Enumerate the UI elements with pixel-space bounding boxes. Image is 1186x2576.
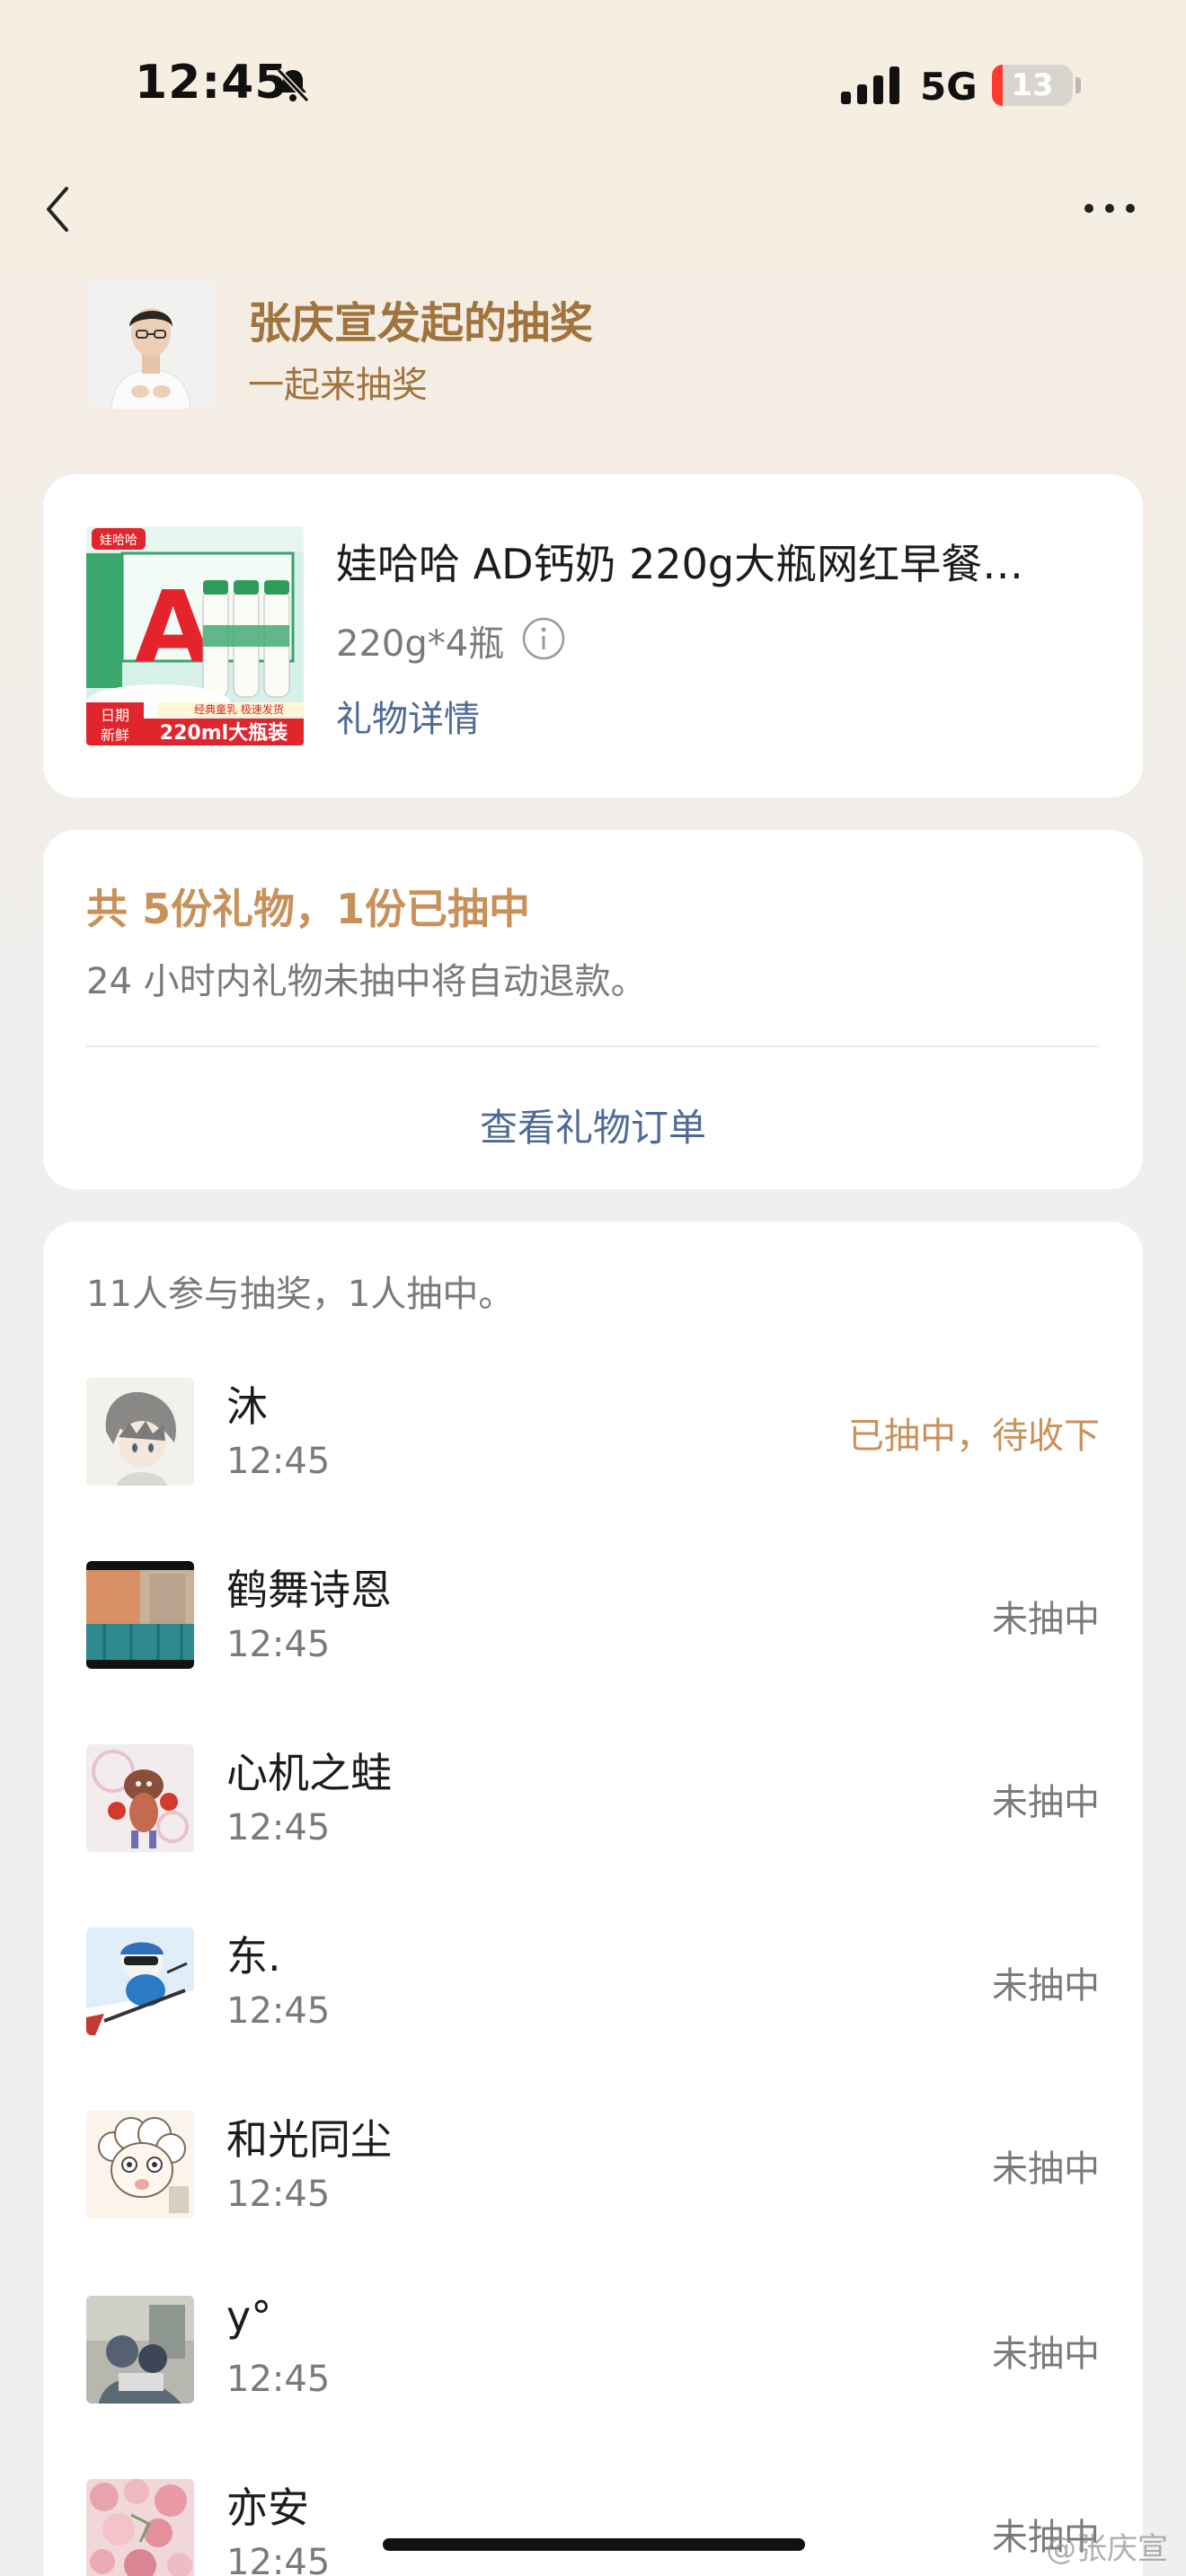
participant-status: 未抽中 <box>992 1599 1100 1640</box>
participant-name: 沐 <box>226 1382 268 1431</box>
battery-cap <box>1075 77 1081 93</box>
participant-time: 12:45 <box>226 2174 331 2215</box>
avatar[interactable] <box>86 1744 194 1852</box>
avatar[interactable] <box>86 2111 194 2219</box>
network-label: 5G <box>920 65 978 109</box>
signal-icon <box>841 66 899 104</box>
participant-status: 已抽中，待收下 <box>848 1416 1100 1457</box>
home-indicator[interactable] <box>383 2538 805 2551</box>
participant-row[interactable]: 东. 12:45 未抽中 <box>43 1928 1143 2111</box>
host-title: 张庆宣发起的抽奖 <box>248 298 594 348</box>
info-icon[interactable] <box>521 616 566 661</box>
participant-status: 未抽中 <box>992 1782 1100 1823</box>
summary-note: 24 小时内礼物未抽中将自动退款。 <box>86 961 647 1002</box>
participant-time: 12:45 <box>226 1807 331 1848</box>
divider <box>86 1045 1100 1047</box>
gift-detail-link[interactable]: 礼物详情 <box>336 690 480 742</box>
avatar[interactable] <box>86 2479 194 2576</box>
participant-time: 12:45 <box>226 1624 331 1665</box>
participant-status: 未抽中 <box>992 2333 1100 2375</box>
gift-name[interactable]: 娃哈哈 AD钙奶 220g大瓶网红早餐… <box>336 532 1109 591</box>
participant-name: 亦安 <box>226 2483 309 2532</box>
participant-row[interactable]: 和光同尘 12:45 未抽中 <box>43 2111 1143 2294</box>
participants-header: 11人参与抽奖，1人抽中。 <box>86 1274 515 1315</box>
view-orders-link[interactable]: 查看礼物订单 <box>43 1098 1143 1152</box>
banner-text: 220ml大瓶装 <box>160 722 288 745</box>
battery-level: 13 <box>1011 67 1054 103</box>
gift-spec: 220g*4瓶 <box>336 623 505 665</box>
participant-name: y° <box>226 2292 272 2341</box>
participant-row[interactable]: 沐 12:45 已抽中，待收下 <box>43 1378 1143 1561</box>
participant-name: 和光同尘 <box>226 2115 392 2164</box>
avatar[interactable] <box>86 1561 194 1669</box>
participant-name: 心机之蛙 <box>226 1749 392 1797</box>
watermark: @张庆宣 <box>1046 2531 1168 2567</box>
participant-time: 12:45 <box>226 2359 331 2400</box>
product-letter: A <box>135 569 211 684</box>
avatar[interactable] <box>86 2296 194 2404</box>
participant-row[interactable]: 心机之蛙 12:45 未抽中 <box>43 1744 1143 1928</box>
avatar[interactable] <box>86 1378 194 1486</box>
participant-status: 未抽中 <box>992 2148 1100 2190</box>
participant-time: 12:45 <box>226 1441 331 1482</box>
participants-card: 11人参与抽奖，1人抽中。 沐 12:45 已抽中，待收下 鹤舞诗恩 12:45… <box>43 1222 1143 2576</box>
tag-line-2: 新鲜 <box>101 727 129 744</box>
participant-row[interactable]: y° 12:45 未抽中 <box>43 2292 1143 2479</box>
bell-off-icon <box>276 67 310 103</box>
gift-image[interactable]: 娃哈哈 A 经典童乳 极速发货 日期 新鲜 220ml大瓶装 <box>86 526 304 745</box>
brand-logo-text: 娃哈哈 <box>100 534 137 548</box>
host-avatar[interactable] <box>86 280 216 410</box>
participant-row[interactable]: 鹤舞诗恩 12:45 未抽中 <box>43 1561 1143 1744</box>
tag-line-1: 日期 <box>101 707 129 724</box>
participant-row[interactable]: 亦安 12:45 未抽中 <box>43 2479 1143 2576</box>
participant-name: 东. <box>226 1932 281 1981</box>
gift-card[interactable]: 娃哈哈 A 经典童乳 极速发货 日期 新鲜 220ml大瓶装 娃哈哈 AD钙奶 … <box>43 474 1143 798</box>
battery-icon: 13 <box>992 65 1073 106</box>
participant-status: 未抽中 <box>992 1965 1100 2007</box>
avatar[interactable] <box>86 1928 194 2035</box>
promo-text: 经典童乳 极速发货 <box>194 702 284 716</box>
summary-card: 共 5份礼物，1份已抽中 24 小时内礼物未抽中将自动退款。 查看礼物订单 <box>43 830 1143 1189</box>
status-time: 12:45 <box>135 56 288 110</box>
chevron-left-icon[interactable] <box>40 180 79 239</box>
host-subtitle: 一起来抽奖 <box>248 365 428 406</box>
participant-name: 鹤舞诗恩 <box>226 1566 392 1614</box>
participant-time: 12:45 <box>226 1990 331 2032</box>
status-bar: 12:45 5G 13 <box>0 0 1186 171</box>
more-horizontal-icon[interactable] <box>1082 199 1137 217</box>
summary-title: 共 5份礼物，1份已抽中 <box>86 885 531 933</box>
participant-time: 12:45 <box>226 2542 331 2576</box>
